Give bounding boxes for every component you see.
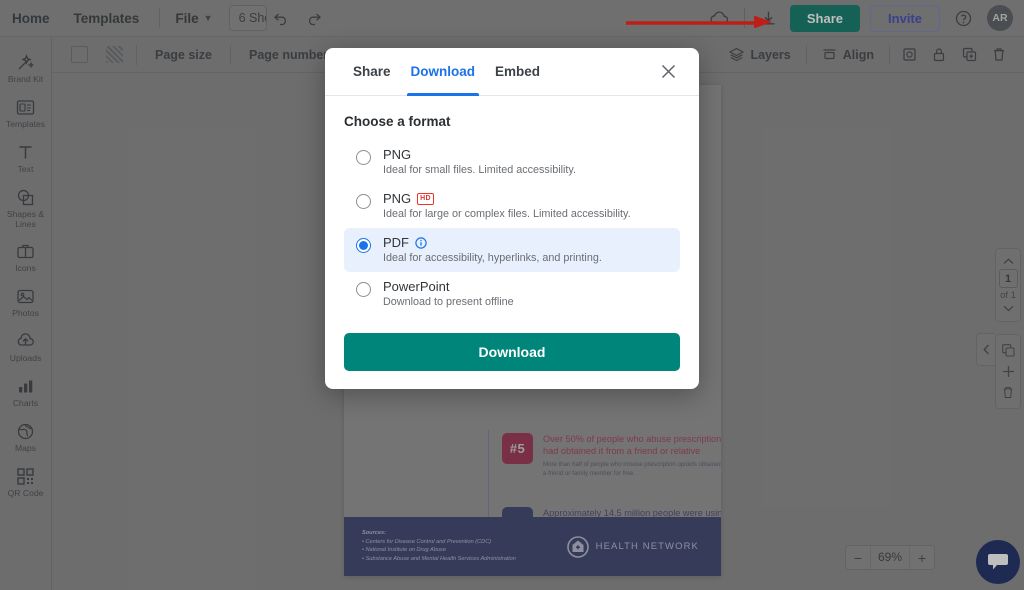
download-confirm-button[interactable]: Download — [344, 333, 680, 371]
radio-png-hd[interactable] — [356, 194, 371, 209]
option-title: PNG — [383, 147, 412, 162]
option-subtitle: Ideal for large or complex files. Limite… — [383, 208, 631, 220]
option-title: PDF — [383, 235, 409, 250]
option-title-wrap: PNG HD — [383, 191, 631, 206]
modal-footer: Download — [325, 323, 699, 389]
option-subtitle: Download to present offline — [383, 296, 514, 308]
radio-pdf[interactable] — [356, 238, 371, 253]
format-option-pdf[interactable]: PDF Ideal for accessibility, hyperlinks,… — [344, 228, 680, 272]
option-text: PowerPoint Download to present offline — [383, 279, 514, 308]
radio-powerpoint[interactable] — [356, 282, 371, 297]
option-text: PNG HD Ideal for large or complex files.… — [383, 191, 631, 220]
option-title-wrap: PNG — [383, 147, 576, 162]
modal-heading: Choose a format — [344, 114, 451, 129]
info-icon[interactable] — [415, 236, 427, 249]
hd-badge: HD — [417, 192, 434, 205]
option-subtitle: Ideal for small files. Limited accessibi… — [383, 164, 577, 176]
close-modal-button[interactable] — [655, 59, 681, 85]
tab-download[interactable]: Download — [401, 48, 486, 96]
option-title-wrap: PowerPoint — [383, 279, 514, 294]
option-text: PDF Ideal for accessibility, hyperlinks,… — [383, 235, 602, 264]
download-modal: Share Download Embed Choose a format PNG… — [325, 48, 699, 389]
format-option-png[interactable]: PNG Ideal for small files. Limited acces… — [344, 140, 680, 184]
modal-tab-bar: Share Download Embed — [325, 48, 699, 96]
option-text: PNG Ideal for small files. Limited acces… — [383, 147, 576, 176]
option-title: PowerPoint — [383, 279, 450, 294]
option-subtitle: Ideal for accessibility, hyperlinks, and… — [383, 252, 602, 264]
option-title: PNG — [383, 191, 412, 206]
tab-embed[interactable]: Embed — [485, 48, 550, 95]
tab-share[interactable]: Share — [343, 48, 401, 95]
modal-body: Choose a format PNG Ideal for small file… — [325, 96, 699, 323]
format-option-png-hd[interactable]: PNG HD Ideal for large or complex files.… — [344, 184, 680, 228]
radio-png[interactable] — [356, 150, 371, 165]
format-option-powerpoint[interactable]: PowerPoint Download to present offline — [344, 272, 680, 316]
close-icon — [661, 64, 675, 79]
option-title-wrap: PDF — [383, 235, 602, 250]
